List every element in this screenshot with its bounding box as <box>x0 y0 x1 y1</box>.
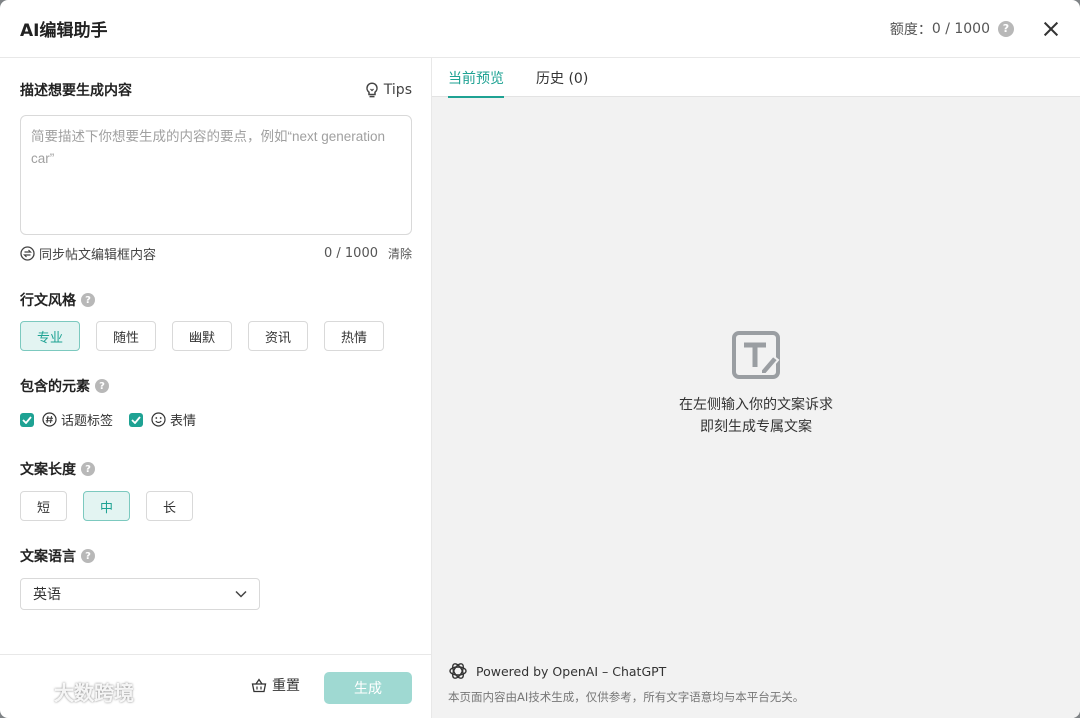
dialog-title: AI编辑助手 <box>20 21 108 41</box>
style-title: 行文风格 <box>20 293 76 309</box>
tab-history[interactable]: 历史 (0) <box>536 58 588 97</box>
length-option-short[interactable]: 短 <box>20 491 67 521</box>
chevron-down-icon <box>235 590 247 598</box>
emoji-label: 表情 <box>170 414 197 429</box>
dialog-header: AI编辑助手 额度： 0 / 1000 ? <box>0 0 1080 58</box>
tips-label: Tips <box>383 82 412 98</box>
description-title: 描述想要生成内容 <box>20 83 132 99</box>
input-panel: 描述想要生成内容 Tips 同步帖文编辑框内容 0 / 1000 清除 行文风格… <box>0 58 432 718</box>
clear-button[interactable]: 清除 <box>388 245 412 262</box>
close-icon[interactable] <box>1042 20 1060 38</box>
sync-icon <box>20 246 35 261</box>
char-counter: 0 / 1000 <box>323 246 378 261</box>
powered-text: Powered by OpenAI – ChatGPT <box>476 663 667 679</box>
quota-help-icon[interactable]: ? <box>998 20 1014 37</box>
description-input[interactable] <box>20 115 412 235</box>
style-option-humorous[interactable]: 幽默 <box>172 321 232 351</box>
length-section-title: 文案长度 ? <box>20 459 95 479</box>
openai-icon <box>449 663 467 679</box>
watermark: 大数跨境 <box>8 677 134 706</box>
element-option-hashtag[interactable]: 话题标签 <box>20 410 113 429</box>
hashtag-icon <box>42 412 57 427</box>
empty-state: 在左侧输入你的文案诉求 即刻生成专属文案 <box>432 330 1080 438</box>
text-edit-icon <box>732 331 780 379</box>
sync-row: 同步帖文编辑框内容 0 / 1000 清除 <box>20 244 412 263</box>
help-icon[interactable]: ? <box>95 379 109 393</box>
tab-current-preview[interactable]: 当前预览 <box>448 58 504 98</box>
style-option-casual[interactable]: 随性 <box>96 321 156 351</box>
smiley-icon <box>151 412 166 427</box>
watermark-text: 大数跨境 <box>54 681 134 705</box>
elements-title: 包含的元素 <box>20 379 90 395</box>
help-icon[interactable]: ? <box>81 462 95 476</box>
panel-footer: 大数跨境 重置 生成 <box>0 654 431 718</box>
empty-line-1: 在左侧输入你的文案诉求 <box>679 397 833 413</box>
quota-area: 额度： 0 / 1000 ? <box>890 19 1060 39</box>
element-option-emoji[interactable]: 表情 <box>129 410 196 429</box>
sync-label: 同步帖文编辑框内容 <box>39 248 157 263</box>
powered-by: Powered by OpenAI – ChatGPT <box>448 661 666 681</box>
disclaimer: 本页面内容由AI技术生成，仅供参考，所有文字语意均与本平台无关。 <box>448 690 805 704</box>
watermark-logo-icon <box>10 682 46 701</box>
elements-section-title: 包含的元素 ? <box>20 376 109 396</box>
length-title: 文案长度 <box>20 462 76 478</box>
style-section-title: 行文风格 ? <box>20 290 95 310</box>
style-option-enthusiastic[interactable]: 热情 <box>324 321 384 351</box>
quota-label: 额度： <box>889 21 932 38</box>
reset-button[interactable]: 重置 <box>251 675 300 695</box>
elements-options: 话题标签 表情 <box>20 410 212 429</box>
length-option-long[interactable]: 长 <box>146 491 193 521</box>
language-value: 英语 <box>33 587 61 603</box>
sync-editor-button[interactable]: 同步帖文编辑框内容 <box>20 244 156 263</box>
reset-label: 重置 <box>272 678 300 694</box>
length-options: 短 中 长 <box>20 491 209 521</box>
quota-value: 0 / 1000 <box>931 20 990 37</box>
style-option-news[interactable]: 资讯 <box>248 321 308 351</box>
tips-button[interactable]: Tips <box>365 82 412 98</box>
emoji-checkbox[interactable] <box>129 412 144 427</box>
style-options: 专业 随性 幽默 资讯 热情 <box>20 321 400 351</box>
empty-line-2: 即刻生成专属文案 <box>700 419 812 435</box>
preview-panel: 当前预览 历史 (0) 在左侧输入你的文案诉求 即刻生成专属文案 Powered… <box>432 58 1080 718</box>
language-select[interactable]: 英语 <box>20 578 260 610</box>
basket-icon <box>251 677 267 692</box>
language-title: 文案语言 <box>20 549 76 565</box>
lightbulb-icon <box>366 82 378 98</box>
check-icon <box>22 415 32 424</box>
ai-editor-dialog: AI编辑助手 额度： 0 / 1000 ? 描述想要生成内容 Tips 同步帖文… <box>0 0 1080 718</box>
language-section-title: 文案语言 ? <box>20 546 95 566</box>
help-icon[interactable]: ? <box>81 549 95 563</box>
description-header: 描述想要生成内容 Tips <box>20 80 412 100</box>
check-icon <box>131 415 141 424</box>
preview-tabs: 当前预览 历史 (0) <box>432 58 1080 98</box>
style-option-professional[interactable]: 专业 <box>20 321 80 351</box>
hashtag-label: 话题标签 <box>61 414 114 429</box>
generate-button[interactable]: 生成 <box>324 672 412 704</box>
hashtag-checkbox[interactable] <box>20 412 34 427</box>
help-icon[interactable]: ? <box>81 293 95 307</box>
length-option-medium[interactable]: 中 <box>83 491 130 521</box>
